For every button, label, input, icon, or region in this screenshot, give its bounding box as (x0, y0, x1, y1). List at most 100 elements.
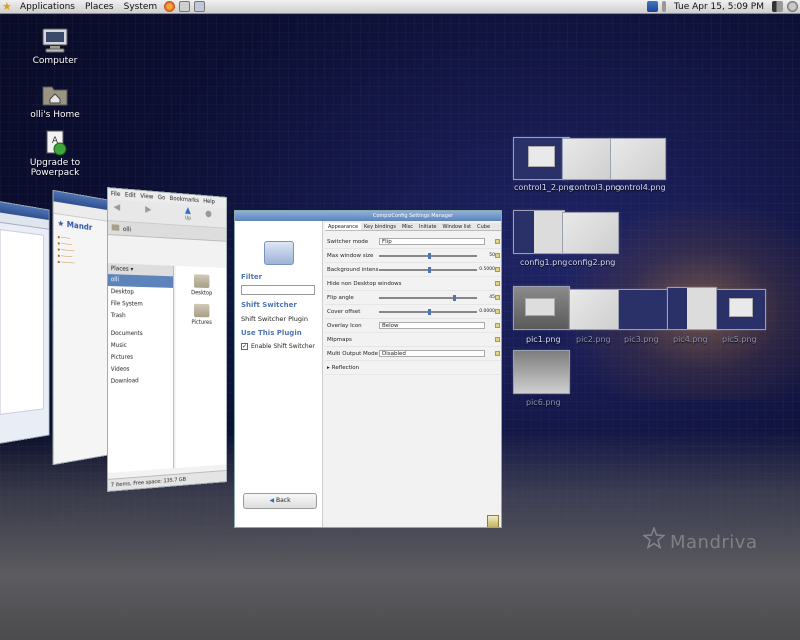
background-intensity-slider[interactable] (379, 266, 477, 273)
mandriva-star-icon[interactable]: ★ (2, 1, 13, 12)
setting-row-cover-offset: Cover offset 0.0000 (325, 305, 501, 319)
overlay-icon-select[interactable]: Below (379, 322, 485, 329)
desktop-icon-label: Upgrade to Powerpack (29, 158, 81, 178)
reset-icon[interactable] (495, 281, 500, 286)
file-item-desktop[interactable]: Desktop (184, 274, 218, 297)
places-menu[interactable]: Places (80, 0, 119, 14)
menu-view[interactable]: View (140, 193, 153, 201)
thumbnail-label: pic1.png (526, 335, 561, 344)
enable-plugin-label: Enable Shift Switcher (251, 343, 315, 350)
setting-label: Flip angle (327, 294, 354, 301)
reset-icon[interactable] (495, 337, 500, 342)
network-icon[interactable] (194, 1, 206, 12)
background-window-2[interactable]: ★ Mandr ▪ ──── ▪ ───── ▪ ────── ▪ ───── ▪ ──… (52, 189, 111, 466)
thumbnail-pic3[interactable] (618, 289, 668, 330)
reset-icon[interactable] (495, 267, 500, 272)
reset-icon[interactable] (495, 295, 500, 300)
background-window-1[interactable] (0, 200, 50, 445)
sidebar-item-pictures[interactable]: Pictures (108, 352, 173, 364)
setting-value[interactable]: 0.0000 (479, 309, 495, 314)
volume-icon[interactable] (772, 1, 783, 12)
thumbnail-config2[interactable] (562, 212, 619, 254)
checkmark-icon: ✓ (241, 343, 248, 350)
settings-tabs: Appearance Key bindings Misc Initiate Wi… (325, 223, 501, 231)
enable-plugin-checkbox[interactable]: ✓ Enable Shift Switcher (241, 343, 316, 350)
cover-offset-slider[interactable] (379, 308, 477, 315)
tab-key-bindings[interactable]: Key bindings (361, 223, 399, 230)
menu-edit[interactable]: Edit (125, 191, 136, 199)
reset-icon[interactable] (495, 351, 500, 356)
reset-icon[interactable] (495, 253, 500, 258)
setting-row-reflection[interactable]: ▸ Reflection (325, 361, 501, 375)
sidebar-item-trash[interactable]: Trash (108, 310, 173, 323)
window-titlebar[interactable]: CompizConfig Settings Manager (235, 211, 501, 221)
max-window-size-slider[interactable] (379, 252, 477, 259)
setting-label: Max window size (327, 252, 374, 259)
sidebar-item-music[interactable]: Music (108, 340, 173, 352)
forward-arrow-icon[interactable]: ▶ (145, 205, 151, 215)
reset-icon[interactable] (495, 323, 500, 328)
config-settings-panel: Appearance Key bindings Misc Initiate Wi… (325, 223, 501, 527)
reset-icon[interactable] (495, 309, 500, 314)
back-arrow-icon[interactable]: ◀ (114, 202, 121, 212)
shutdown-icon[interactable] (787, 1, 798, 12)
compiz-config-window[interactable]: CompizConfig Settings Manager Filter Shi… (234, 210, 502, 528)
clock[interactable]: Tue Apr 15, 5:09 PM (668, 0, 770, 14)
slider-knob[interactable] (428, 266, 431, 273)
location-path[interactable]: olli (123, 226, 131, 233)
menu-go[interactable]: Go (158, 194, 165, 201)
desktop-icon-upgrade[interactable]: A Upgrade to Powerpack (20, 130, 90, 178)
tab-initiate[interactable]: Initiate (416, 223, 439, 230)
menu-help[interactable]: Help (203, 198, 215, 206)
folder-icon (193, 274, 210, 289)
setting-row-switcher-mode: Switcher mode Flip (325, 235, 501, 249)
sidebar-item-download[interactable]: Download (108, 375, 173, 388)
back-button[interactable]: ◀ Back (243, 493, 317, 509)
desktop-icon-computer[interactable]: Computer (20, 28, 90, 66)
plugin-description: Shift Switcher Plugin (241, 315, 308, 323)
thumbnail-label: control4.png (615, 183, 666, 192)
top-panel: ★ Applications Places System Tue Apr 15,… (0, 0, 800, 14)
desktop-icon-home[interactable]: olli's Home (20, 82, 90, 120)
tab-cube[interactable]: Cube (474, 223, 493, 230)
up-button[interactable]: ▲ Up (179, 206, 196, 222)
slider-knob[interactable] (428, 252, 431, 259)
tab-misc[interactable]: Misc (399, 223, 416, 230)
sidebar-item-documents[interactable]: Documents (108, 328, 173, 340)
firefox-icon[interactable] (164, 1, 176, 12)
menu-bookmarks[interactable]: Bookmarks (170, 195, 199, 204)
thumbnail-control3[interactable] (562, 138, 612, 180)
sidebar-item-file-system[interactable]: File System (108, 298, 173, 311)
setting-label: Hide non Desktop windows (327, 280, 402, 287)
file-manager-window[interactable]: File Edit View Go Bookmarks Help ◀ ▶ ▲ U… (107, 187, 228, 492)
thumbnail-pic4[interactable] (667, 287, 717, 330)
thumbnail-control4[interactable] (610, 138, 666, 180)
thumbnail-pic5[interactable] (716, 289, 766, 330)
thumbnail-pic1[interactable] (513, 286, 570, 330)
switcher-mode-select[interactable]: Flip (379, 238, 485, 245)
mandriva-watermark: Mandriva (670, 532, 758, 553)
setting-row-overlay-icon: Overlay Icon Below (325, 319, 501, 333)
stop-icon[interactable]: ● (205, 209, 212, 219)
thumbnail-config1[interactable] (513, 210, 565, 254)
multi-output-select[interactable]: Disabled (379, 350, 485, 357)
system-menu[interactable]: System (119, 0, 163, 14)
setting-value[interactable]: 0.5000 (479, 267, 495, 272)
update-applet-icon[interactable] (646, 1, 658, 12)
email-icon[interactable] (179, 1, 191, 12)
tab-appearance[interactable]: Appearance (325, 223, 362, 230)
applications-menu[interactable]: Applications (15, 0, 80, 14)
setting-label: Mipmaps (327, 336, 352, 343)
filter-input[interactable] (241, 285, 315, 295)
slider-knob[interactable] (428, 308, 431, 315)
folder-icon (111, 224, 120, 231)
tab-window-list[interactable]: Window list (439, 223, 474, 230)
reset-icon[interactable] (495, 239, 500, 244)
thumbnail-pic6[interactable] (513, 350, 570, 394)
file-item-pictures[interactable]: Pictures (184, 303, 218, 326)
thumbnail-pic2[interactable] (569, 289, 619, 330)
flip-angle-slider[interactable] (379, 294, 477, 301)
slider-knob[interactable] (452, 294, 456, 301)
menu-file[interactable]: File (111, 190, 120, 198)
use-plugin-heading: Use This Plugin (241, 329, 302, 337)
